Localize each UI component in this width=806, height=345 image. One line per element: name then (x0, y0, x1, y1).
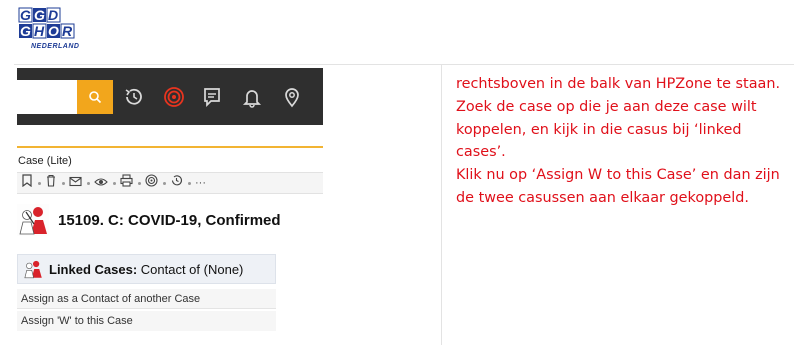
table-border-divider (441, 64, 442, 345)
eye-icon[interactable] (94, 174, 108, 192)
ggd-ghor-logo: G G D G H O R NEDERLAND (17, 6, 127, 50)
logo-letter-g1: G (20, 7, 31, 23)
instruction-paragraph: rechtsboven in de balk van HPZone te sta… (456, 76, 781, 206)
svg-text:G: G (20, 23, 31, 39)
case-heading-row: 15109. C: COVID-19, Confirmed (17, 200, 281, 240)
history-icon[interactable] (121, 83, 147, 111)
case-avatar-icon (17, 204, 49, 236)
bookmark-icon[interactable] (21, 174, 33, 192)
mail-icon[interactable] (69, 174, 82, 192)
more-icon[interactable]: ··· (195, 177, 206, 189)
assign-w-link[interactable]: Assign 'W' to this Case (17, 311, 276, 331)
instruction-text: rechtsboven in de balk van HPZone te sta… (456, 73, 794, 210)
logo-letter-g2: G (34, 7, 45, 23)
linked-cases-icon (24, 260, 42, 279)
svg-text:H: H (34, 23, 45, 39)
assign-contact-link[interactable]: Assign as a Contact of another Case (17, 289, 276, 309)
target-icon[interactable] (161, 83, 187, 111)
case-action-bar: ··· (17, 172, 323, 194)
print-icon[interactable] (120, 174, 133, 192)
search-button[interactable] (77, 80, 113, 114)
case-panel-title: Case (Lite) (18, 155, 72, 167)
message-icon[interactable] (199, 83, 225, 111)
hpzone-toolbar (17, 68, 323, 125)
linked-cases-subtitle: Contact of (None) (137, 261, 244, 277)
linked-cases-title: Linked Cases: (49, 261, 138, 277)
bell-icon[interactable] (239, 83, 265, 111)
logo-letter-d: D (48, 7, 58, 23)
svg-text:NEDERLAND: NEDERLAND (31, 43, 79, 50)
history-icon[interactable] (170, 174, 183, 192)
case-heading: 15109. C: COVID-19, Confirmed (58, 211, 281, 229)
case-panel-accent (17, 146, 323, 148)
search-input[interactable] (17, 80, 77, 114)
location-pin-icon[interactable] (279, 83, 305, 111)
trash-icon[interactable] (45, 174, 57, 192)
target-icon[interactable] (145, 174, 158, 192)
search-icon (89, 91, 102, 104)
table-border-top (14, 64, 794, 65)
linked-cases-header: Linked Cases: Contact of (None) (17, 254, 276, 284)
svg-text:R: R (62, 23, 73, 39)
svg-text:O: O (48, 23, 59, 39)
